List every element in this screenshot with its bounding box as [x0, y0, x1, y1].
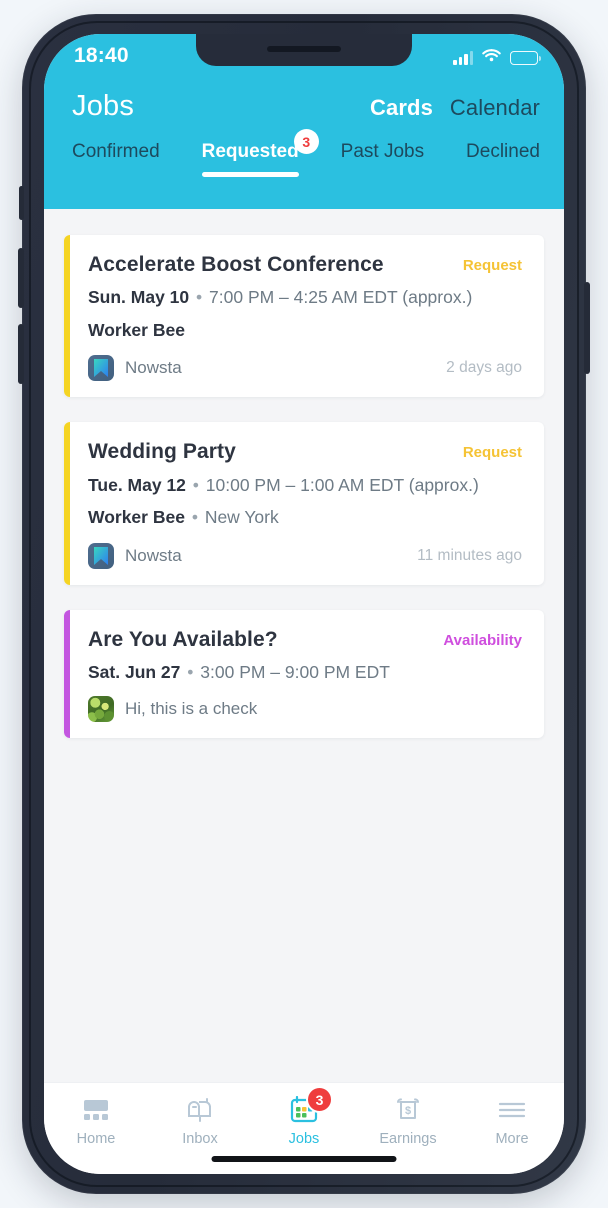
card-accent-bar [64, 235, 70, 398]
tab-confirmed[interactable]: Confirmed [72, 141, 160, 177]
card-role: Worker Bee [88, 319, 185, 340]
nowsta-logo-icon [88, 542, 114, 569]
card-timestamp: 2 days ago [446, 359, 522, 377]
card-header: Wedding Party Request [88, 440, 522, 464]
card-type-tag: Availability [443, 631, 522, 649]
card-org-name: Nowsta [125, 545, 182, 565]
card-accent-bar [64, 422, 70, 585]
phone-frame: 18:40 Jobs Cards Calendar Confirmed Requ… [18, 14, 590, 1194]
nowsta-logo-icon [88, 355, 114, 382]
tab-active-underline [201, 172, 299, 177]
money-bill-icon: $ [393, 1095, 423, 1125]
view-toggle-cards[interactable]: Cards [370, 95, 433, 121]
card-footer: Hi, this is a check [88, 695, 522, 722]
page-title: Jobs [72, 90, 135, 122]
signal-bars-icon [453, 50, 473, 65]
card-header: Accelerate Boost Conference Request [88, 253, 522, 277]
card-time: 7:00 PM – 4:25 AM EDT (approx.) [209, 287, 473, 308]
battery-icon [510, 50, 541, 65]
card-date: Sun. May 10 [88, 287, 190, 308]
card-title: Accelerate Boost Conference [88, 253, 384, 276]
tab-declined-label: Declined [466, 141, 540, 162]
tab-confirmed-label: Confirmed [72, 141, 160, 162]
card-org: Nowsta [88, 355, 182, 382]
card-type-tag: Request [462, 444, 522, 462]
card-schedule: Sat. Jun 27 • 3:00 PM – 9:00 PM EDT [88, 661, 390, 682]
home-indicator[interactable] [211, 1156, 397, 1162]
card-org-name: Nowsta [125, 358, 182, 378]
user-photo-avatar [88, 695, 114, 722]
job-card[interactable]: Wedding Party Request Tue. May 12 • 10:0… [64, 422, 544, 585]
job-card[interactable]: Are You Available? Availability Sat. Jun… [64, 609, 544, 738]
card-footer: Nowsta 11 minutes ago [88, 542, 522, 569]
job-card[interactable]: Accelerate Boost Conference Request Sun.… [64, 235, 544, 398]
card-role-line: Worker Bee [88, 319, 522, 343]
silent-switch[interactable] [19, 186, 24, 220]
nav-item-jobs[interactable]: 3 Jobs [252, 1086, 356, 1147]
tab-past-jobs-label: Past Jobs [340, 141, 425, 162]
card-date: Sat. Jun 27 [88, 661, 181, 682]
tab-requested-badge: 3 [293, 129, 319, 154]
status-icons [453, 44, 541, 67]
nav-item-home[interactable]: Home [44, 1095, 148, 1147]
card-timestamp: 11 minutes ago [417, 546, 522, 564]
tab-requested-label: Requested [201, 141, 299, 162]
nav-label-earnings: Earnings [379, 1131, 437, 1147]
svg-text:$: $ [405, 1105, 411, 1117]
card-org: Nowsta [88, 542, 182, 569]
volume-down-button[interactable] [18, 324, 24, 384]
card-role-line: Worker Bee • New York [88, 507, 279, 528]
nav-label-home: Home [76, 1131, 116, 1147]
home-dashboard-icon [81, 1095, 111, 1125]
card-message: Hi, this is a check [88, 695, 258, 722]
card-schedule: Tue. May 12 • 10:00 PM – 1:00 AM EDT (ap… [88, 474, 479, 495]
card-header: Are You Available? Availability [88, 628, 522, 652]
card-date: Tue. May 12 [88, 474, 186, 495]
card-time: 10:00 PM – 1:00 AM EDT (approx.) [205, 474, 479, 495]
nav-label-jobs: Jobs [288, 1131, 320, 1147]
nav-label-inbox: Inbox [182, 1131, 218, 1147]
job-status-tabs: Confirmed Requested 3 Past Jobs Declined [44, 123, 564, 177]
nav-item-earnings[interactable]: $ Earnings [356, 1095, 460, 1147]
nav-item-more[interactable]: More [460, 1095, 564, 1147]
card-role: Worker Bee [88, 507, 185, 528]
view-toggle-calendar[interactable]: Calendar [450, 95, 540, 121]
wifi-icon [482, 48, 501, 67]
card-title: Are You Available? [88, 627, 278, 651]
tab-past-jobs[interactable]: Past Jobs [341, 141, 424, 177]
card-title: Wedding Party [88, 440, 236, 464]
tab-declined[interactable]: Declined [466, 141, 540, 177]
card-accent-bar [64, 609, 70, 738]
card-message-text: Hi, this is a check [125, 698, 258, 718]
nav-item-inbox[interactable]: Inbox [148, 1095, 252, 1147]
header-row: Jobs Cards Calendar [44, 80, 564, 123]
volume-up-button[interactable] [18, 248, 24, 308]
card-time: 3:00 PM – 9:00 PM EDT [200, 661, 390, 682]
nav-jobs-badge: 3 [306, 1086, 334, 1113]
status-bar: 18:40 [44, 34, 564, 80]
card-footer: Nowsta 2 days ago [88, 355, 522, 382]
app-header: 18:40 Jobs Cards Calendar Confirmed Requ… [44, 34, 564, 209]
card-type-tag: Request [462, 257, 522, 274]
card-location: New York [204, 507, 279, 528]
status-time: 18:40 [74, 44, 129, 67]
mailbox-icon [185, 1095, 215, 1125]
power-button[interactable] [584, 282, 590, 374]
hamburger-menu-icon [497, 1095, 527, 1125]
phone-screen: 18:40 Jobs Cards Calendar Confirmed Requ… [44, 34, 564, 1174]
tab-requested[interactable]: Requested 3 [201, 129, 319, 177]
card-schedule: Sun. May 10 • 7:00 PM – 4:25 AM EDT (app… [88, 287, 473, 308]
view-toggle: Cards Calendar [370, 95, 540, 121]
job-list[interactable]: Accelerate Boost Conference Request Sun.… [44, 209, 564, 1082]
nav-label-more: More [495, 1131, 529, 1147]
